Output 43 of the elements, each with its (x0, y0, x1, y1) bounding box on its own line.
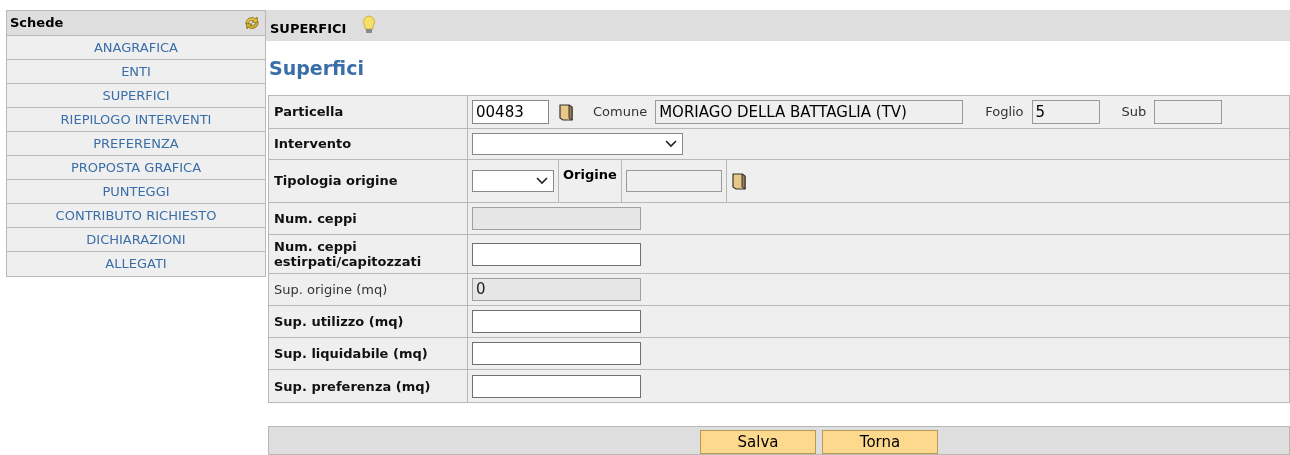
field-label: Sup. liquidabile (mq) (274, 346, 428, 361)
input-field[interactable] (472, 374, 641, 398)
sidebar-item[interactable]: PROPOSTA GRAFICA (7, 156, 265, 180)
foglio-field[interactable]: 5 (1031, 100, 1100, 124)
particella-field[interactable]: 00483 (472, 100, 549, 124)
field-label: Sup. preferenza (mq) (274, 378, 431, 394)
sidebar-item[interactable]: CONTRIBUTO RICHIESTO (7, 204, 265, 228)
sidebar-item[interactable]: SUPERFICI (7, 84, 265, 108)
sidebar-title: Schede (10, 14, 64, 33)
sub-field[interactable] (1154, 100, 1223, 124)
action-button[interactable]: Salva (700, 430, 816, 454)
field-label: Intervento (274, 135, 352, 154)
comune-field[interactable]: MORIAGO DELLA BATTAGLIA (TV) (655, 100, 964, 124)
field-label: Num. ceppi estirpati/capitozzati (274, 239, 423, 269)
field-label: Sup. origine (mq) (274, 282, 388, 297)
origine-field[interactable] (625, 170, 722, 192)
input-field[interactable] (472, 342, 641, 365)
sidebar-item[interactable]: ANAGRAFICA (7, 36, 265, 60)
sidebar-item[interactable]: PUNTEGGI (7, 180, 265, 204)
tipologia-select[interactable] (472, 170, 554, 192)
chevron-icon (536, 177, 548, 185)
page-heading: Superfici (269, 56, 364, 80)
field-label: Comune (593, 103, 648, 122)
intervento-select[interactable] (472, 133, 683, 155)
sidebar-item[interactable]: RIEPILOGO INTERVENTI (7, 108, 265, 132)
sidebar-item[interactable]: ALLEGATI (7, 252, 265, 276)
chevron-icon (665, 140, 677, 148)
field-label: Origine (563, 166, 617, 184)
field-label: Foglio (985, 103, 1024, 122)
input-field[interactable] (472, 310, 641, 333)
field-label: Particella (274, 103, 344, 122)
refresh-icon[interactable] (242, 13, 262, 33)
field-label: Sub (1121, 103, 1147, 122)
sidebar-item[interactable]: ENTI (7, 60, 265, 84)
field-label: Num. ceppi (274, 211, 357, 226)
lightbulb-icon[interactable] (362, 14, 377, 35)
action-button[interactable]: Torna (822, 430, 938, 454)
sidebar-item[interactable]: DICHIARAZIONI (7, 228, 265, 252)
input-field[interactable] (472, 242, 641, 266)
tab-title: SUPERFICI (270, 19, 347, 38)
field-label: Tipologia origine (274, 172, 398, 191)
sidebar-item[interactable]: PREFERENZA (7, 132, 265, 156)
field-label: Sup. utilizzo (mq) (274, 314, 404, 329)
